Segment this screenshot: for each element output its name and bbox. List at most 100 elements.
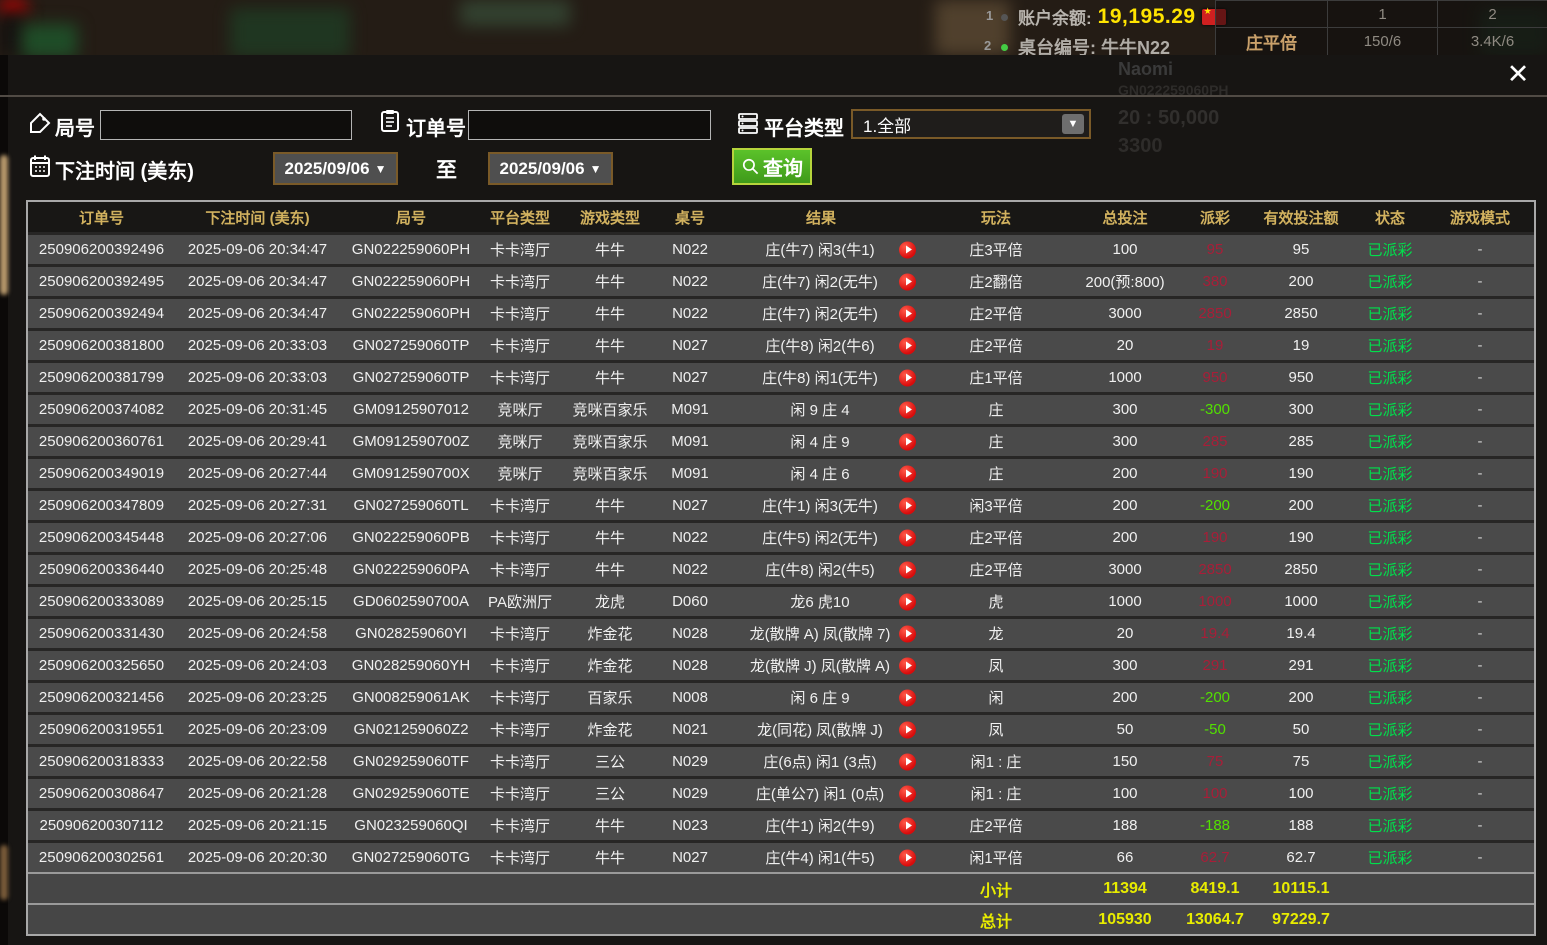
play-icon[interactable] [899,721,916,738]
chevron-down-icon: ▼ [1062,114,1084,134]
game-mode-cell: - [1426,843,1534,872]
table-no-cell: N008 [662,683,718,712]
play-icon[interactable] [899,657,916,674]
order-id-cell: 250906200321456 [28,683,175,712]
payout-cell: 19 [1182,331,1248,360]
order-id-cell: 250906200318333 [28,747,175,776]
date-from-picker[interactable]: 2025/09/06 ▼ [273,152,398,185]
play-type-cell: 庄 [924,459,1068,488]
seat1-dot-icon [1001,14,1008,21]
result-text: 龙(同花) 凤(散牌 J) [757,719,883,740]
bleed-amount: 3300 [1118,135,1163,158]
status-cell: 已派彩 [1354,683,1426,712]
result-text: 庄(牛7) 闲2(无牛) [762,271,878,292]
play-icon[interactable] [899,369,916,386]
play-icon[interactable] [899,497,916,514]
play-type-cell: 闲1平倍 [924,843,1068,872]
seat-number-2: 2 [984,38,991,53]
table-no-cell: N027 [662,363,718,392]
round-id-cell: GN023259060QI [340,811,482,840]
payout-cell: 950 [1182,363,1248,392]
bet-time-cell: 2025-09-06 20:34:47 [175,299,340,328]
total-bet-cell: 200(预:800) [1068,267,1182,296]
order-id-cell: 250906200374082 [28,395,175,424]
total-row: 总计 105930 13064.7 97229.7 [28,903,1534,934]
game-mode-cell: - [1426,395,1534,424]
account-balance: 账户余额: 19,195.29 [1018,4,1226,29]
status-cell: 已派彩 [1354,491,1426,520]
play-icon[interactable] [899,625,916,642]
play-icon[interactable] [899,273,916,290]
game-mode-cell: - [1426,427,1534,456]
play-icon[interactable] [899,689,916,706]
play-icon[interactable] [899,433,916,450]
play-type-cell: 龙 [924,619,1068,648]
play-icon[interactable] [899,817,916,834]
result-text: 龙6 虎10 [790,591,849,612]
platform-select[interactable]: 1.全部 ▼ [851,109,1091,139]
play-icon[interactable] [899,401,916,418]
round-input[interactable] [100,110,352,140]
status-cell: 已派彩 [1354,427,1426,456]
payout-cell: -200 [1182,683,1248,712]
play-icon[interactable] [899,561,916,578]
play-icon[interactable] [899,337,916,354]
game-mode-cell: - [1426,747,1534,776]
game-mode-cell: - [1426,715,1534,744]
valid-bet-cell: 190 [1248,523,1354,552]
play-icon[interactable] [899,465,916,482]
round-id-cell: GM0912590700Z [340,427,482,456]
payout-cell: -50 [1182,715,1248,744]
round-id-cell: GM0912590700X [340,459,482,488]
play-icon[interactable] [899,785,916,802]
column-header: 下注时间 (美东) [175,202,340,232]
play-icon[interactable] [899,849,916,866]
valid-bet-cell: 200 [1248,267,1354,296]
bet-time-cell: 2025-09-06 20:29:41 [175,427,340,456]
result-text: 庄(单公7) 闲1 (0点) [756,783,884,804]
date-to-picker[interactable]: 2025/09/06 ▼ [488,152,613,185]
total-bet-cell: 300 [1068,427,1182,456]
total-bet-cell: 300 [1068,651,1182,680]
game-type-cell: 竞咪百家乐 [558,427,662,456]
status-cell: 已派彩 [1354,459,1426,488]
play-icon[interactable] [899,305,916,322]
table-no-cell: N023 [662,811,718,840]
payout-cell: 1000 [1182,587,1248,616]
order-input[interactable] [468,110,711,140]
table-no-cell: N022 [662,267,718,296]
search-icon [741,157,760,176]
result-cell: 龙(散牌 J) 凤(散牌 A) [718,651,924,680]
game-mode-cell: - [1426,587,1534,616]
status-cell: 已派彩 [1354,843,1426,872]
payout-cell: 62.7 [1182,843,1248,872]
close-icon[interactable]: ✕ [1500,57,1536,91]
bet-time-cell: 2025-09-06 20:27:06 [175,523,340,552]
play-icon[interactable] [899,241,916,258]
payout-cell: 2850 [1182,555,1248,584]
odds-value-2: 3.4K/6 [1437,27,1547,55]
play-icon[interactable] [899,593,916,610]
round-id-cell: GM09125907012 [340,395,482,424]
result-cell: 庄(牛7) 闲2(无牛) [718,299,924,328]
payout-cell: 95 [1182,235,1248,264]
table-row: 250906200307112 2025-09-06 20:21:15 GN02… [28,808,1534,840]
bleed-limit: 20 : 50,000 [1118,107,1219,130]
platform-cell: 卡卡湾厅 [482,811,558,840]
result-text: 庄(牛4) 闲1(牛5) [765,847,874,868]
query-button[interactable]: 查询 [732,148,812,185]
play-icon[interactable] [899,529,916,546]
result-cell: 庄(6点) 闲1 (3点) [718,747,924,776]
odds-col2-header: 2 [1437,0,1547,27]
game-type-cell: 龙虎 [558,587,662,616]
platform-cell: 卡卡湾厅 [482,779,558,808]
total-bet-cell: 66 [1068,843,1182,872]
total-label: 总计 [924,905,1068,934]
play-icon[interactable] [899,753,916,770]
result-text: 庄(牛5) 闲2(无牛) [762,527,878,548]
game-type-cell: 牛牛 [558,267,662,296]
status-cell: 已派彩 [1354,587,1426,616]
platform-cell: 卡卡湾厅 [482,715,558,744]
valid-bet-cell: 19 [1248,331,1354,360]
order-id-cell: 250906200325650 [28,651,175,680]
